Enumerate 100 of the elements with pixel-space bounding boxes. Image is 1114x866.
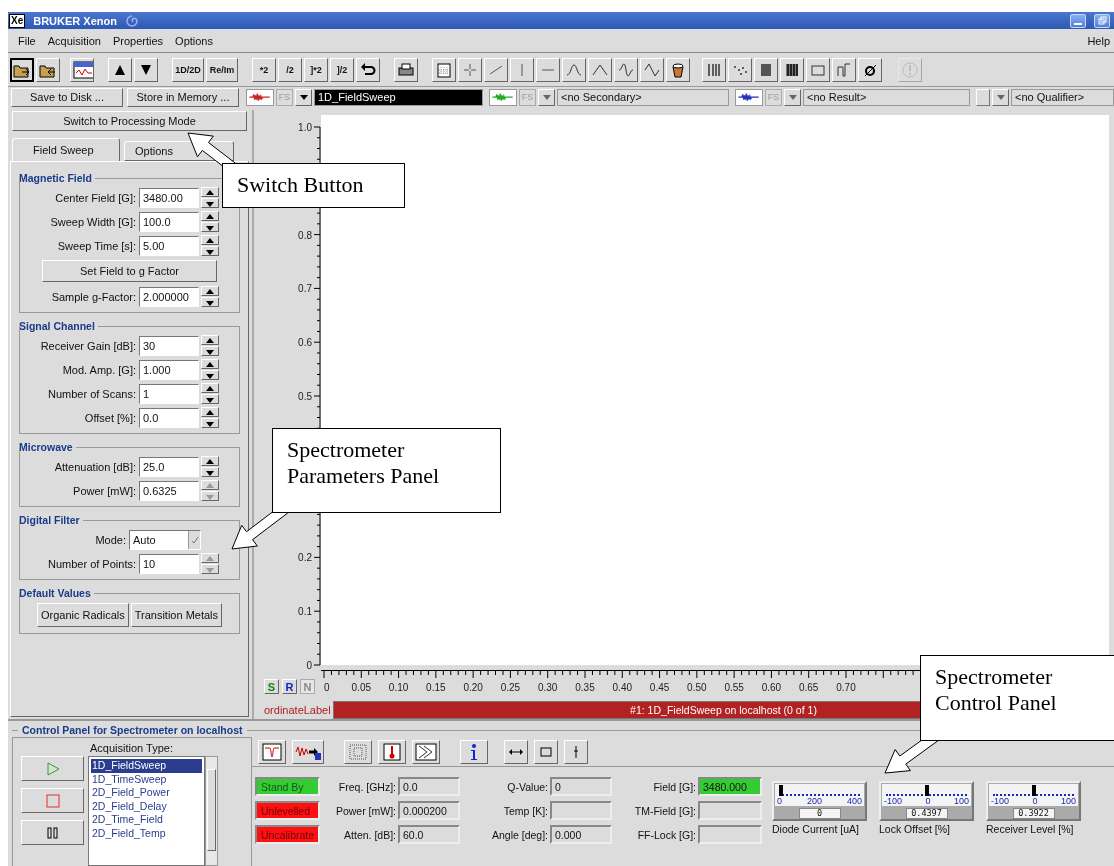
group-title: Magnetic Field [19,172,92,184]
x-tick-label: 0.20 [463,682,483,693]
spin-down-button[interactable] [201,246,219,256]
axis-label: ordinateLabel [263,704,332,716]
input-field[interactable]: 25.0 [139,456,199,477]
set-field-button[interactable]: Set Field to g Factor [42,260,217,282]
menu-item[interactable]: Properties [106,34,170,47]
spin-up-button[interactable] [201,187,219,197]
spin-up-button[interactable] [201,286,219,296]
restore-button[interactable] [1094,13,1110,28]
dropdown-button[interactable] [295,88,312,106]
spin-up-button[interactable] [201,335,219,345]
meter-reading: 0 [798,808,841,819]
x-tick-label: 0.55 [724,682,744,693]
list-item[interactable]: 2D_Field_Power [91,786,202,800]
input-field[interactable]: 5.00 [139,235,199,256]
square-icon [540,746,552,757]
grid-page-icon [435,60,453,79]
x-tick-label: 0 [324,682,330,693]
readout-field: 60.0 [398,825,460,844]
spin-down-button[interactable] [201,418,219,428]
input-field[interactable]: 1 [139,383,199,404]
swirl-icon [124,13,139,28]
input-field[interactable]: 2.000000 [139,286,199,307]
storage-button[interactable]: Store in Memory ... [127,87,239,107]
y-tick-label: 0.6 [298,337,312,349]
list-item[interactable]: 2D_Field_Delay [91,799,202,813]
app-logo: Xe [9,13,26,28]
view-toggle-button[interactable]: R [282,679,297,694]
alert-icon [902,61,918,78]
input-field[interactable]: 0.0 [139,407,199,428]
x-tick-label: 0.60 [761,682,782,693]
menu-item[interactable]: Options [169,34,219,47]
dataset-field[interactable]: <no Result> [803,88,970,106]
cross-tick-icon [572,744,580,759]
menu-item[interactable]: File [12,34,42,47]
dataset-field[interactable]: <no Qualifier> [1011,88,1114,106]
stop-icon [45,793,60,808]
readout-field: 0.0 [398,777,460,796]
status-indicator: Unlevelled [255,801,320,820]
storage-button[interactable]: Save to Disk ... [11,87,123,107]
mode-switch-button[interactable]: Switch to Processing Mode [12,111,247,131]
spin-down-button[interactable] [201,346,219,356]
spin-up-button[interactable] [201,235,219,245]
toolbar-button[interactable]: /2 [278,57,302,82]
list-item[interactable]: 2D_Time_Field [91,813,202,827]
preset-button[interactable]: Organic Radicals [36,603,129,627]
field-label: Sweep Time [s]: [57,239,136,252]
y-tick-label: 0.2 [298,552,312,564]
fs-tag: FS [276,88,293,106]
toolbar-button[interactable]: Re/Im [206,57,238,82]
pause-button[interactable] [21,820,84,845]
y-tick-label: 0.5 [298,391,312,402]
spin-down-button[interactable] [201,297,219,307]
list-item[interactable]: 1D_FieldSweep [91,759,202,773]
spin-down-button[interactable] [201,222,219,232]
tab[interactable]: Field Sweep [12,138,120,162]
spin-down-button[interactable] [201,370,219,380]
spin-up-button[interactable] [201,407,219,417]
list-item[interactable]: 2D_Field_Temp [91,826,202,840]
data-sheet-icon [71,60,93,79]
field-label: Sample g-Factor: [51,290,136,303]
blank-slot [976,88,990,106]
field-label: Offset [%]: [84,411,136,424]
field-label: Receiver Gain [dB]: [40,339,136,352]
group-title: Default Values [19,587,91,599]
input-field[interactable]: 30 [139,335,199,356]
list-item[interactable]: 1D_TimeSweep [91,772,202,786]
toolbar-button[interactable] [10,57,34,82]
minimize-button[interactable] [1070,13,1086,28]
spin-down-button[interactable] [201,467,219,477]
run-button[interactable] [21,756,84,781]
input-field[interactable]: 100.0 [139,211,199,232]
x-tick-label: 0.45 [649,682,670,693]
input-field[interactable]: 1.000 [139,359,199,380]
input-field[interactable]: 3480.00 [139,187,199,208]
readout-field: 0.000 [550,825,612,844]
spin-up-button[interactable] [201,359,219,369]
spin-down-button[interactable] [201,198,219,208]
scrollbar[interactable] [205,756,218,866]
callout-box: Spectrometer Control Panel [920,655,1114,741]
status-indicator: Stand By [255,777,320,796]
spin-up-button[interactable] [201,456,219,466]
toolbar-button[interactable]: 1D/2D [172,57,204,82]
spin-up-button[interactable] [201,211,219,221]
stop-button[interactable] [21,788,84,813]
preset-button[interactable]: Transition Metals [130,603,223,627]
dataset-field[interactable]: <no Secondary> [557,88,729,106]
dropdown[interactable]: Auto [129,529,201,550]
dataset-field[interactable]: 1D_FieldSweep [314,88,483,106]
toolbar-button[interactable]: ]*2 [304,57,328,82]
printer-icon [397,60,415,79]
toolbar-button[interactable]: *2 [252,57,276,82]
menu-item[interactable]: Acquisition [41,34,107,47]
menu-item[interactable]: Help [1081,34,1110,47]
spin-down-button[interactable] [201,394,219,404]
readout-label: TM-Field [G]: [633,804,696,817]
field-label: Center Field [G]: [55,191,136,204]
spin-up-button[interactable] [201,383,219,393]
toolbar-button[interactable]: ]/2 [330,57,354,82]
